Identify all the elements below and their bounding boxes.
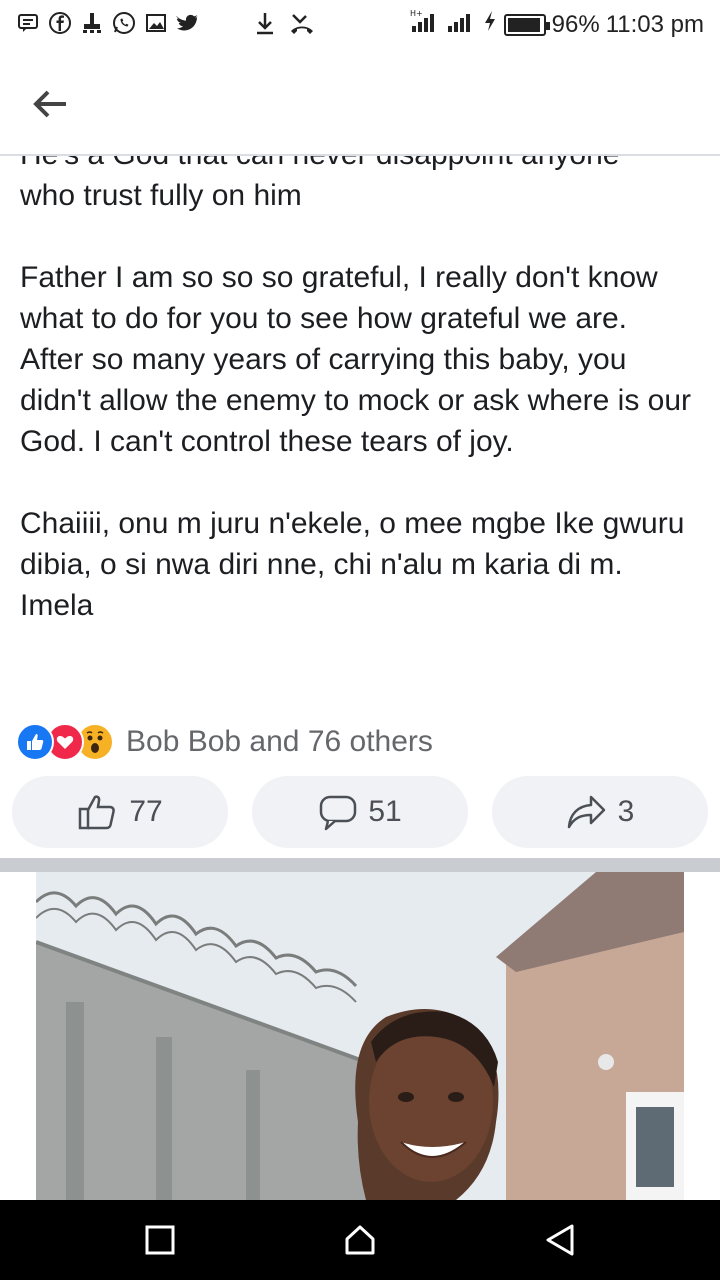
comment-count: 51 (368, 795, 402, 828)
battery-percent: 96% (551, 10, 600, 38)
post-paragraph-3: After so many years of carrying this bab… (20, 343, 692, 458)
back-button[interactable] (30, 86, 70, 122)
post-text-line-clipped: He's a God that can never disappoint any… (20, 156, 700, 175)
share-count: 3 (617, 795, 635, 828)
notification-icons (16, 10, 200, 36)
post-paragraph-2: Father I am so so so grateful, I really … (20, 261, 658, 335)
svg-text:H+: H+ (410, 9, 423, 18)
status-bar: H+ 96% 11:03 pm (0, 0, 720, 50)
post-body: He's a God that can never disappoint any… (0, 156, 720, 704)
post-photo[interactable] (36, 872, 684, 1200)
signal-4g-icon: H+ (410, 8, 440, 41)
gallery-icon (144, 10, 168, 36)
usb-icon (80, 10, 104, 36)
charging-icon (482, 9, 498, 40)
post-paragraph-1: who trust fully on him (20, 179, 302, 212)
twitter-icon (176, 10, 200, 36)
download-icon (254, 10, 276, 41)
back-icon (546, 1224, 574, 1256)
reactions-summary[interactable]: Bob Bob and 76 others (16, 722, 433, 762)
clock: 11:03 pm (605, 10, 704, 38)
battery-fill (507, 17, 541, 32)
message-icon (16, 10, 40, 36)
photo-container (0, 872, 720, 1200)
post-text: He's a God that can never disappoint any… (20, 156, 700, 626)
thumbs-up-icon (79, 795, 116, 830)
system-nav-bar (0, 1200, 720, 1280)
missed-call-icon (288, 10, 316, 41)
download-icons (254, 10, 316, 41)
whatsapp-icon (112, 10, 136, 36)
share-button[interactable]: 3 (492, 776, 708, 848)
battery-icon (503, 13, 550, 36)
reactions-text: Bob Bob and 76 others (126, 725, 433, 758)
back-arrow-icon (33, 90, 66, 118)
like-icon (16, 723, 54, 761)
comment-icon (320, 795, 357, 831)
post-actions: 77 51 3 (12, 776, 708, 848)
app-header (0, 50, 720, 156)
facebook-icon (48, 10, 72, 36)
nav-back-button[interactable] (540, 1220, 580, 1260)
home-button[interactable] (340, 1220, 380, 1260)
comment-button[interactable]: 51 (252, 776, 468, 848)
recents-button[interactable] (140, 1220, 180, 1260)
system-status: H+ 96% 11:03 pm (410, 8, 704, 41)
section-divider (0, 858, 720, 872)
signal-icon (446, 8, 476, 41)
post-paragraph-4: Chaiiii, onu m juru n'ekele, o mee mgbe … (20, 507, 685, 622)
like-button[interactable]: 77 (12, 776, 228, 848)
home-icon (345, 1225, 375, 1255)
recents-icon (145, 1225, 175, 1255)
share-icon (567, 795, 605, 829)
like-count: 77 (129, 795, 163, 828)
